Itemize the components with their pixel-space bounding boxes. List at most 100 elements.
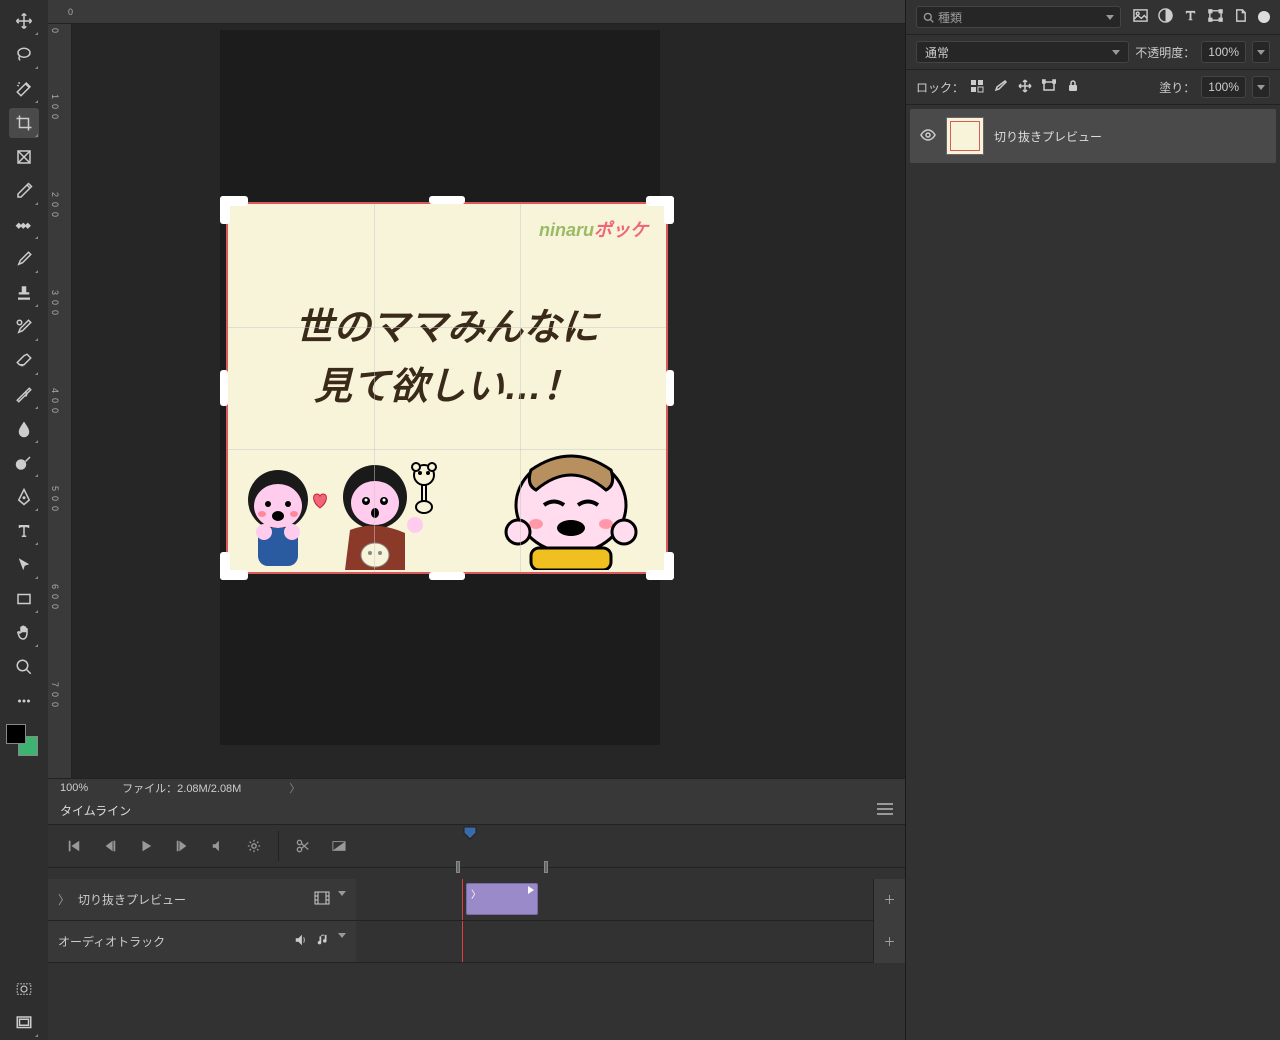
lock-paint-icon[interactable] xyxy=(994,79,1008,96)
rectangle-tool[interactable] xyxy=(9,584,39,614)
timeline-menu-icon[interactable] xyxy=(877,803,893,818)
blend-mode-select[interactable]: 通常 xyxy=(916,41,1129,63)
lock-position-icon[interactable] xyxy=(1018,79,1032,96)
goto-start-icon[interactable] xyxy=(59,831,89,861)
filter-shape-icon[interactable] xyxy=(1208,8,1223,26)
opacity-label: 不透明度： xyxy=(1135,44,1195,61)
layer-thumbnail[interactable] xyxy=(946,117,984,155)
crop-handle-rm[interactable] xyxy=(666,370,674,406)
dropdown-icon xyxy=(1112,50,1120,55)
crop-box[interactable]: ninaruポッケ 世のママみんなに 見て欲しい…！ xyxy=(220,196,674,580)
layer-filter-select[interactable]: 種類 xyxy=(916,6,1121,28)
ruler-tick: 1 xyxy=(50,94,60,99)
ruler-tick: 0 xyxy=(50,692,60,697)
type-tool[interactable] xyxy=(9,516,39,546)
color-swatches[interactable] xyxy=(6,724,42,760)
lock-pixels-icon[interactable] xyxy=(970,79,984,96)
lock-all-icon[interactable] xyxy=(1066,79,1080,96)
file-size[interactable]: ファイル：2.08M/2.08M xyxy=(122,780,241,796)
visibility-icon[interactable] xyxy=(920,129,936,144)
eraser-tool[interactable] xyxy=(9,346,39,376)
stamp-tool[interactable] xyxy=(9,278,39,308)
fill-dropdown[interactable] xyxy=(1252,76,1270,98)
zoom-level[interactable]: 100% xyxy=(60,782,88,794)
crop-tool[interactable] xyxy=(9,108,39,138)
add-track-button[interactable]: ＋ xyxy=(873,879,905,921)
blur-tool[interactable] xyxy=(9,414,39,444)
foreground-color[interactable] xyxy=(6,724,26,744)
ruler-tick: 6 xyxy=(50,584,60,589)
track-expand-icon[interactable]: 〉 xyxy=(58,891,70,908)
hand-tool[interactable] xyxy=(9,618,39,648)
filter-smartobj-icon[interactable] xyxy=(1233,8,1248,26)
track-note-icon[interactable] xyxy=(316,933,330,950)
healing-tool[interactable] xyxy=(9,210,39,240)
status-bar: 100% ファイル：2.08M/2.08M 〉 xyxy=(48,778,905,796)
dropdown-icon xyxy=(1106,15,1114,20)
filter-type-icon[interactable] xyxy=(1183,8,1198,26)
dodge-tool[interactable] xyxy=(9,448,39,478)
crop-handle-lm[interactable] xyxy=(220,370,228,406)
track-lane[interactable]: 〉 xyxy=(356,879,905,920)
frame-tool[interactable] xyxy=(9,142,39,172)
timeline-ruler[interactable] xyxy=(356,825,905,843)
track-speaker-icon[interactable] xyxy=(294,933,308,950)
prev-frame-icon[interactable] xyxy=(95,831,125,861)
lasso-tool[interactable] xyxy=(9,40,39,70)
crop-handle-tm[interactable] xyxy=(429,196,465,204)
ruler-tick: 0 xyxy=(50,212,60,217)
fill-value[interactable]: 100% xyxy=(1201,76,1246,98)
canvas-headline: 世のママみんなに 見て欲しい…！ xyxy=(228,299,666,417)
layer-row[interactable]: 切り抜きプレビュー xyxy=(910,109,1276,163)
more-tools[interactable] xyxy=(9,686,39,716)
layers-panel: 種類 通常 不透明度： 100% ロック： 塗り： 100% xyxy=(905,0,1280,1040)
quickmask-toggle[interactable] xyxy=(9,974,39,1004)
ruler-tick: 0 xyxy=(50,702,60,707)
history-brush-tool[interactable] xyxy=(9,312,39,342)
next-frame-icon[interactable] xyxy=(167,831,197,861)
timeline-clip[interactable]: 〉 xyxy=(466,883,538,915)
brush-tool[interactable] xyxy=(9,244,39,274)
ruler-horizontal[interactable]: 0 xyxy=(48,0,905,24)
ruler-tick: 4 xyxy=(50,388,60,393)
ruler-vertical[interactable]: 0 1 0 0 2 0 0 3 0 0 4 0 0 5 0 0 6 0 0 7 … xyxy=(48,24,72,780)
play-icon[interactable] xyxy=(131,831,161,861)
layer-name[interactable]: 切り抜きプレビュー xyxy=(994,128,1102,145)
path-select-tool[interactable] xyxy=(9,550,39,580)
screenmode-toggle[interactable] xyxy=(9,1008,39,1038)
track-filmstrip-icon[interactable] xyxy=(314,891,330,908)
wand-tool[interactable] xyxy=(9,74,39,104)
timeline-title: タイムライン xyxy=(60,802,131,819)
filter-adjust-icon[interactable] xyxy=(1158,8,1173,26)
track-label: 切り抜きプレビュー xyxy=(78,891,186,908)
ruler-tick: 0 xyxy=(50,300,60,305)
ruler-tick: 0 xyxy=(50,408,60,413)
zoom-tool[interactable] xyxy=(9,652,39,682)
work-area-end[interactable] xyxy=(544,861,548,873)
lock-artboard-icon[interactable] xyxy=(1042,79,1056,96)
status-menu-icon[interactable]: 〉 xyxy=(289,780,300,796)
pen-tool[interactable] xyxy=(9,482,39,512)
gradient-tool[interactable] xyxy=(9,380,39,410)
add-track-button[interactable]: ＋ xyxy=(873,921,905,963)
work-area-start[interactable] xyxy=(456,861,460,873)
opacity-dropdown[interactable] xyxy=(1252,41,1270,63)
opacity-value[interactable]: 100% xyxy=(1201,41,1246,63)
timeline-header: タイムライン xyxy=(48,796,905,825)
track-menu-icon[interactable] xyxy=(338,933,346,938)
track-menu-icon[interactable] xyxy=(338,891,346,896)
canvas-area[interactable]: ninaruポッケ 世のママみんなに 見て欲しい…！ xyxy=(72,24,905,780)
filter-image-icon[interactable] xyxy=(1133,8,1148,26)
split-icon[interactable] xyxy=(288,831,318,861)
eyedropper-tool[interactable] xyxy=(9,176,39,206)
transition-icon[interactable] xyxy=(324,831,354,861)
crop-handle-bm[interactable] xyxy=(429,572,465,580)
move-tool[interactable] xyxy=(9,6,39,36)
ruler-tick: 5 xyxy=(50,486,60,491)
filter-toggle-icon[interactable] xyxy=(1258,11,1270,23)
mute-icon[interactable] xyxy=(203,831,233,861)
ruler-tick: 0 xyxy=(50,104,60,109)
track-lane[interactable] xyxy=(356,921,905,962)
settings-icon[interactable] xyxy=(239,831,269,861)
playhead-icon[interactable] xyxy=(462,825,478,841)
